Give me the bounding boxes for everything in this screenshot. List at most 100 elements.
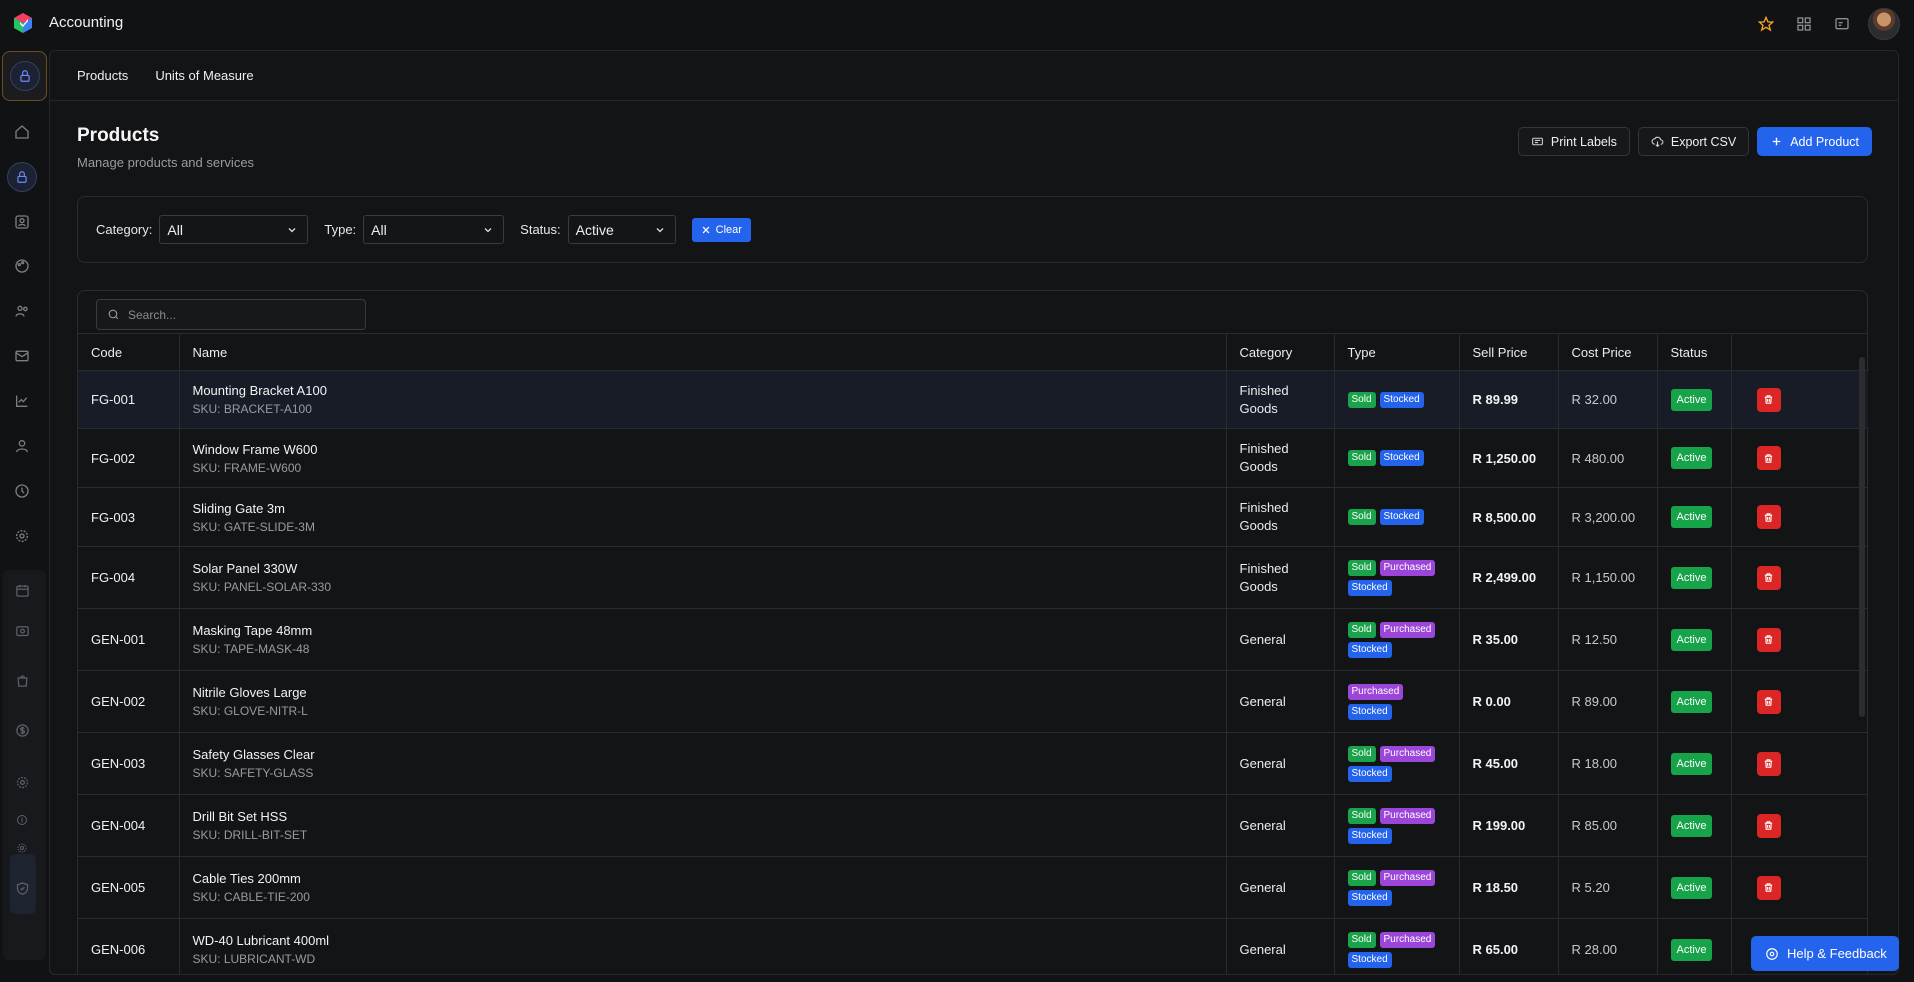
app-logo-icon[interactable] [11,11,35,35]
column-header-category[interactable]: Category [1226,333,1335,371]
cost-price: R 3,200.00 [1558,487,1658,547]
clear-filters-label: Clear [715,223,742,236]
column-header-sell-price[interactable]: Sell Price [1459,333,1559,371]
contact-icon[interactable] [12,212,32,232]
avatar[interactable] [1868,8,1900,40]
column-header-code[interactable]: Code [78,333,180,371]
coin-icon[interactable] [12,810,32,830]
product-name[interactable]: Solar Panel 330W [193,561,1226,576]
type-badge: Sold [1347,391,1376,408]
type-badge: Sold [1347,869,1376,886]
table-row[interactable]: FG-002 Window Frame W600 SKU: FRAME-W600 Fi… [78,428,1868,488]
lock-icon[interactable] [7,162,37,192]
category-select[interactable]: All [159,215,309,244]
mail-icon[interactable] [12,346,32,366]
product-name[interactable]: Mounting Bracket A100 [193,383,1226,398]
rail-active-app[interactable] [2,51,47,101]
bag-icon[interactable] [12,670,32,690]
table-row[interactable]: GEN-003 Safety Glasses Clear SKU: SAFETY-G… [78,732,1868,795]
print-labels-button[interactable]: Print Labels [1517,127,1630,156]
clear-filters-button[interactable]: Clear [691,217,751,242]
product-name[interactable]: Nitrile Gloves Large [193,685,1226,700]
delete-button[interactable] [1756,505,1781,529]
camera-icon[interactable] [12,620,32,640]
column-header-status[interactable]: Status [1657,333,1732,371]
trash-icon [1763,634,1774,645]
status-select[interactable]: Active [567,215,676,244]
product-name[interactable]: Sliding Gate 3m [193,501,1226,516]
delete-button[interactable] [1756,446,1781,470]
delete-button[interactable] [1756,387,1781,412]
palette-icon[interactable] [12,256,32,276]
delete-button[interactable] [1756,627,1781,652]
product-name[interactable]: WD-40 Lubricant 400ml [193,933,1226,948]
product-sku: SKU: FRAME-W600 [192,460,302,475]
search-box[interactable] [96,299,366,330]
sell-price: R 18.50 [1459,856,1559,919]
gear-icon[interactable] [12,772,32,792]
dollar-icon[interactable] [12,720,32,740]
column-header-cost-price[interactable]: Cost Price [1558,333,1658,371]
product-sku: SKU: GATE-SLIDE-3M [192,519,315,534]
table-row[interactable]: GEN-005 Cable Ties 200mm SKU: CABLE-TIE-20… [78,856,1868,919]
analytics-icon[interactable] [12,391,32,411]
category-text: General [1239,693,1286,709]
delete-button[interactable] [1756,565,1781,590]
product-code: GEN-005 [78,856,180,919]
category-text: Goods [1239,578,1278,594]
shield-icon[interactable] [12,878,32,898]
table-row[interactable]: FG-004 Solar Panel 330W SKU: PANEL-SOLAR-3… [78,546,1868,609]
product-name[interactable]: Window Frame W600 [193,442,1226,457]
table-row[interactable]: FG-003 Sliding Gate 3m SKU: GATE-SLIDE-3M F… [78,487,1868,547]
page-subtitle: Manage products and services [77,155,255,170]
type-badge: Stocked [1347,641,1392,658]
table-row[interactable]: GEN-006 WD-40 Lubricant 400ml SKU: LUBRICA… [78,918,1868,974]
product-name[interactable]: Drill Bit Set HSS [193,809,1226,824]
clock-icon[interactable] [12,481,32,501]
settings-icon[interactable] [12,526,32,546]
tab-units-of-measure[interactable]: Units of Measure [155,68,253,83]
scrollbar[interactable] [1859,357,1865,717]
cog-icon[interactable] [12,838,32,858]
table-row[interactable]: GEN-001 Masking Tape 48mm SKU: TAPE-MASK-4… [78,608,1868,671]
product-sku: SKU: CABLE-TIE-200 [192,890,310,904]
message-icon[interactable] [1830,12,1854,36]
delete-button[interactable] [1756,751,1781,776]
table-row[interactable]: GEN-002 Nitrile Gloves Large SKU: GLOVE-NI… [78,670,1868,733]
type-select[interactable]: All [363,215,505,244]
delete-button[interactable] [1756,689,1781,714]
type-badge: Purchased [1379,621,1436,638]
export-csv-button[interactable]: Export CSV [1637,127,1750,156]
cost-price: R 480.00 [1558,428,1658,488]
table-row[interactable]: FG-001 Mounting Bracket A100 SKU: BRACKET-… [78,370,1868,429]
category-text: General [1239,817,1286,833]
person-icon[interactable] [12,436,32,456]
column-header-type[interactable]: Type [1334,333,1460,371]
add-product-button[interactable]: Add Product [1757,127,1872,156]
star-icon[interactable] [1754,12,1778,36]
status-badge: Active [1670,814,1713,837]
search-input[interactable] [128,307,348,322]
grid-icon[interactable] [1792,12,1816,36]
type-badge: Purchased [1379,745,1436,762]
calendar-icon[interactable] [12,580,32,600]
product-code: GEN-003 [78,732,180,795]
column-header-name[interactable]: Name [179,333,1227,371]
tab-products[interactable]: Products [77,68,128,83]
table-row[interactable]: GEN-004 Drill Bit Set HSS SKU: DRILL-BIT-S… [78,794,1868,857]
product-name[interactable]: Masking Tape 48mm [193,623,1226,638]
users-icon[interactable] [12,301,32,321]
product-name[interactable]: Cable Ties 200mm [193,871,1226,886]
delete-button[interactable] [1756,813,1781,838]
home-icon[interactable] [12,122,32,142]
sell-price: R 199.00 [1459,794,1559,857]
sell-price: R 35.00 [1459,608,1559,671]
type-select-value: All [371,221,387,238]
product-name[interactable]: Safety Glasses Clear [193,747,1226,762]
cost-price: R 1,150.00 [1558,546,1658,609]
status-badge: Active [1670,566,1713,589]
product-types: Sold Stocked [1334,487,1460,547]
help-feedback-button[interactable]: Help & Feedback [1751,936,1899,971]
delete-button[interactable] [1756,875,1781,900]
category-text: Goods [1239,518,1278,533]
